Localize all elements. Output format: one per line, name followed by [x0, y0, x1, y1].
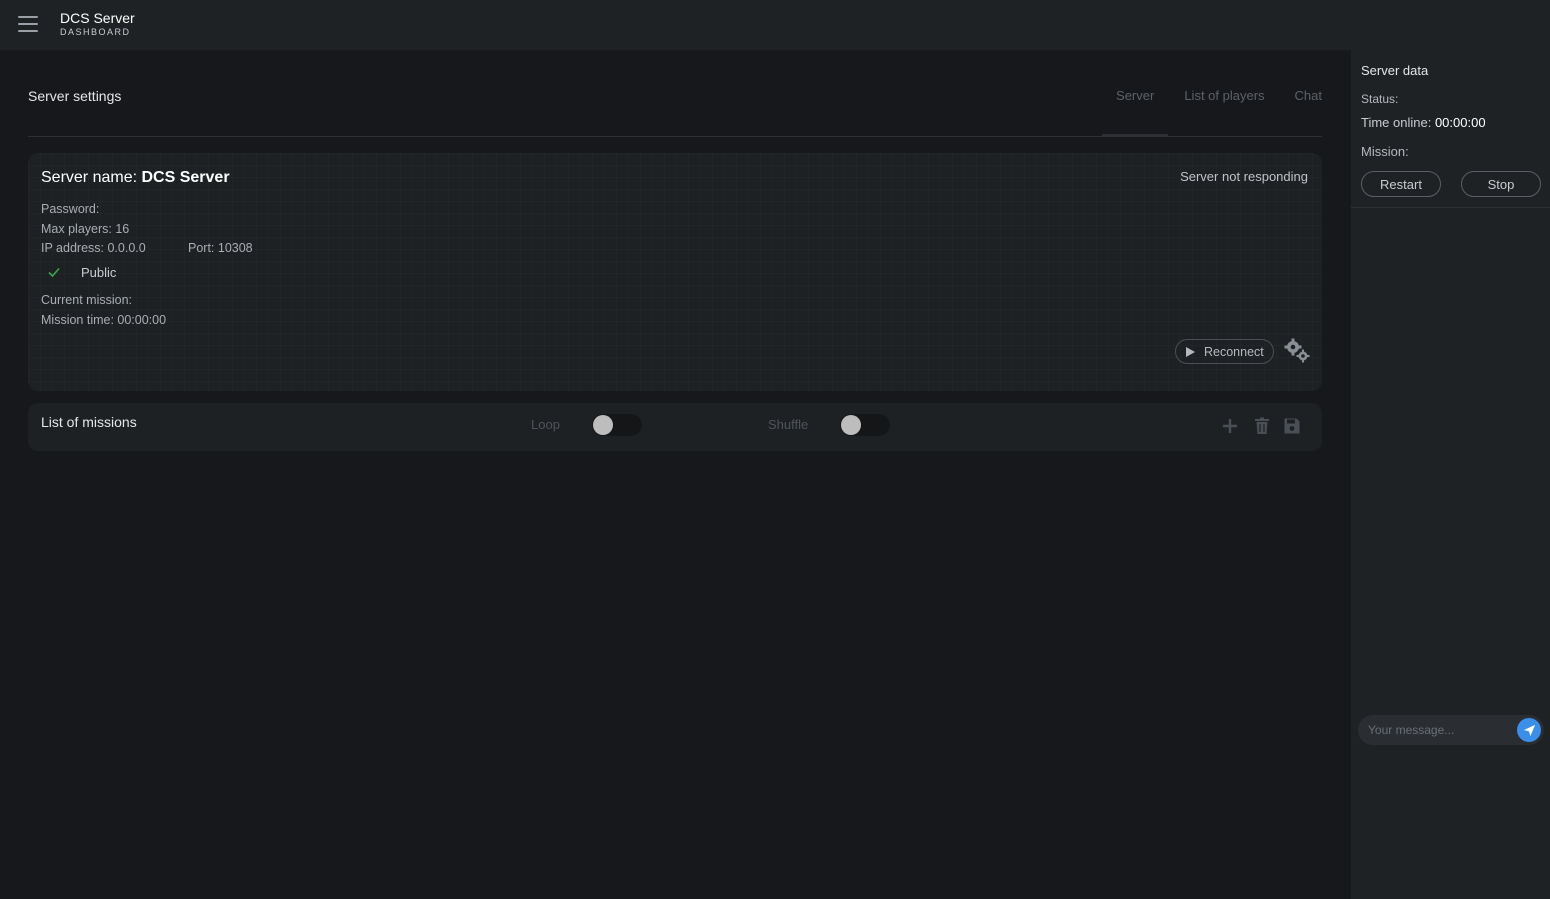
loop-label: Loop	[531, 417, 560, 432]
server-name: Server name: DCS Server	[41, 169, 230, 187]
page-title: Server settings	[28, 88, 122, 104]
trash-icon[interactable]	[1252, 416, 1272, 436]
add-icon[interactable]	[1220, 416, 1240, 436]
time-online-label: Time online:	[1361, 115, 1432, 130]
message-input[interactable]	[1368, 723, 1508, 737]
stop-button[interactable]: Stop	[1461, 171, 1541, 197]
password-label: Password:	[41, 202, 100, 216]
send-icon	[1523, 724, 1535, 736]
port: Port: 10308	[188, 241, 253, 255]
app-subtitle: DASHBOARD	[60, 27, 131, 37]
public-label: Public	[81, 264, 117, 280]
mission-label: Mission:	[1361, 144, 1409, 159]
tab-divider	[28, 136, 1322, 137]
send-button[interactable]	[1517, 718, 1541, 742]
time-online-value: 00:00:00	[1434, 115, 1486, 130]
server-data-title: Server data	[1361, 63, 1429, 78]
message-box	[1358, 715, 1544, 745]
tab-bar: Server List of players Chat	[1101, 88, 1322, 136]
main-content: Server settings Server List of players C…	[28, 50, 1322, 899]
server-data-panel: Server data Status: Time online: 00:00:0…	[1351, 50, 1550, 899]
app-title: DCS Server	[60, 10, 135, 26]
save-icon[interactable]	[1282, 416, 1302, 436]
tab-chat[interactable]: Chat	[1295, 88, 1322, 136]
mission-time: Mission time: 00:00:00	[41, 313, 167, 327]
server-status: Server not responding	[1180, 169, 1308, 184]
status-label: Status:	[1361, 92, 1399, 106]
max-players: Max players: 16	[41, 222, 130, 236]
reconnect-label: Reconnect	[1204, 344, 1264, 359]
gears-icon[interactable]	[1284, 338, 1310, 364]
panel-divider	[1351, 207, 1550, 208]
restart-button[interactable]: Restart	[1361, 171, 1441, 197]
missions-card: List of missions Loop Shuffle	[28, 403, 1322, 451]
public-checkbox[interactable]	[41, 263, 67, 281]
shuffle-label: Shuffle	[768, 417, 809, 432]
time-online: Time online: 00:00:00	[1361, 115, 1486, 130]
current-mission: Current mission:	[41, 293, 132, 307]
menu-icon[interactable]	[18, 16, 38, 32]
shuffle-toggle[interactable]	[840, 414, 890, 436]
loop-toggle-knob	[593, 415, 613, 435]
server-name-label: Server name:	[41, 169, 138, 186]
tab-server[interactable]: Server	[1101, 88, 1169, 136]
missions-title: List of missions	[41, 414, 137, 430]
play-icon	[1186, 346, 1195, 357]
check-icon	[48, 267, 60, 278]
loop-toggle[interactable]	[592, 414, 642, 436]
server-card: Server name: DCS Server Server not respo…	[28, 153, 1322, 391]
tab-list-of-players[interactable]: List of players	[1184, 88, 1264, 136]
public-option: Public	[41, 263, 116, 281]
reconnect-button[interactable]: Reconnect	[1175, 339, 1274, 364]
server-name-value: DCS Server	[141, 169, 230, 186]
top-bar: DCS Server DASHBOARD	[0, 0, 1550, 50]
shuffle-toggle-knob	[841, 415, 861, 435]
ip-address: IP address: 0.0.0.0	[41, 241, 146, 255]
